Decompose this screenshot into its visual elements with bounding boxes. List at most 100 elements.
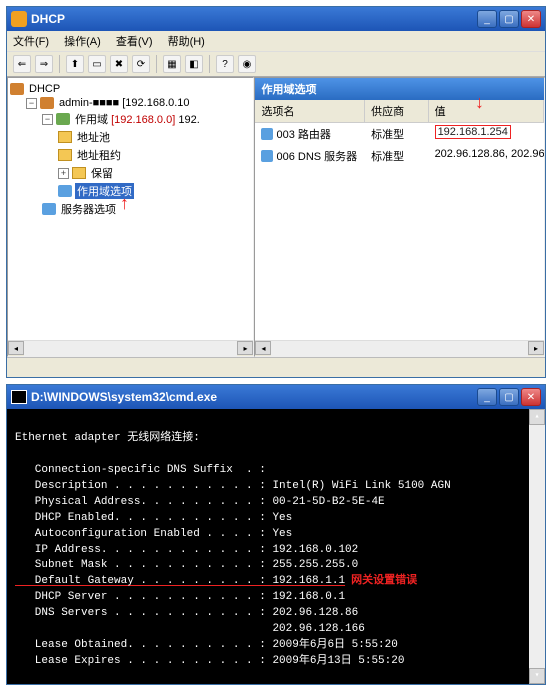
server-icon — [40, 97, 54, 109]
forward-button[interactable]: ⇒ — [35, 55, 53, 73]
cell-value: 192.168.1.254 — [429, 123, 544, 145]
gw-label: Default Gateway . . . . . . . . . : — [15, 575, 272, 587]
cmd-output[interactable]: Ethernet adapter 无线网络连接: Connection-spec… — [7, 409, 545, 684]
gateway-error-note: 网关设置错误 — [351, 575, 417, 587]
cmd-title: D:\WINDOWS\system32\cmd.exe — [31, 390, 477, 404]
export-button[interactable]: ▦ — [163, 55, 181, 73]
menu-file[interactable]: 文件(F) — [13, 36, 49, 48]
cell-vendor: 标准型 — [365, 145, 428, 167]
help-button[interactable]: ? — [216, 55, 234, 73]
cmd-line: Subnet Mask . . . . . . . . . . . : 255.… — [15, 559, 358, 571]
tree-root-label: DHCP — [27, 83, 62, 95]
option-icon — [261, 128, 273, 140]
menu-action[interactable]: 操作(A) — [64, 36, 101, 48]
collapse-icon[interactable]: − — [26, 98, 37, 109]
tree-scope-label: 作用域 [192.168.0.0] 192. — [73, 111, 202, 127]
cell-vendor: 标准型 — [365, 123, 428, 145]
scroll-left-button[interactable]: ◂ — [8, 341, 24, 355]
gw-value: 192.168.1.1 — [272, 575, 345, 587]
scroll-right-button[interactable]: ▸ — [237, 341, 253, 355]
dhcp-window: DHCP _ ▢ ✕ 文件(F) 操作(A) 查看(V) 帮助(H) ⇐ ⇒ ⬆… — [6, 6, 546, 378]
col-vendor[interactable]: 供应商 — [365, 100, 428, 122]
list-columns: 选项名 供应商 值 — [255, 100, 544, 123]
collapse-icon[interactable]: − — [42, 114, 53, 125]
cmd-vscroll[interactable]: ▴ ▾ — [529, 409, 545, 684]
tree-addresspool[interactable]: 地址池 — [10, 128, 251, 146]
tree-leases[interactable]: 地址租约 — [10, 146, 251, 164]
scroll-up-button[interactable]: ▴ — [529, 409, 545, 425]
scroll-down-button[interactable]: ▾ — [529, 668, 545, 684]
cmd-heading: Ethernet adapter 无线网络连接: — [15, 432, 200, 444]
menu-view[interactable]: 查看(V) — [116, 36, 153, 48]
up-button[interactable]: ⬆ — [66, 55, 84, 73]
expand-icon[interactable]: + — [58, 168, 69, 179]
tree-root[interactable]: DHCP — [10, 82, 251, 96]
statusbar — [7, 357, 545, 377]
close-button[interactable]: ✕ — [521, 388, 541, 406]
list-row[interactable]: 003 路由器 标准型 192.168.1.254 — [255, 123, 544, 145]
menubar: 文件(F) 操作(A) 查看(V) 帮助(H) — [7, 31, 545, 52]
maximize-button[interactable]: ▢ — [499, 388, 519, 406]
col-name[interactable]: 选项名 — [255, 100, 365, 122]
toolbar-separator — [209, 55, 210, 73]
minimize-button[interactable]: _ — [477, 10, 497, 28]
option-icon — [261, 150, 273, 162]
cmd-titlebar[interactable]: D:\WINDOWS\system32\cmd.exe _ ▢ ✕ — [7, 385, 545, 409]
cmd-line: DHCP Enabled. . . . . . . . . . . : Yes — [15, 512, 292, 524]
list-hscroll[interactable]: ◂ ▸ — [255, 340, 544, 356]
scope-ip: [192.168.0.0] — [111, 114, 175, 126]
tree-server[interactable]: − admin-■■■■ [192.168.0.10 — [10, 96, 251, 110]
scope-text: 作用域 — [75, 114, 108, 126]
stop-button[interactable]: ◉ — [238, 55, 256, 73]
server-opts-label: 服务器选项 — [59, 201, 118, 217]
options-icon — [58, 185, 72, 197]
scroll-left-button[interactable]: ◂ — [255, 341, 271, 355]
cmd-line: IP Address. . . . . . . . . . . . : 192.… — [15, 544, 358, 556]
maximize-button[interactable]: ▢ — [499, 10, 519, 28]
annotation-arrow-icon: ↑ — [120, 193, 129, 214]
cmd-line: DNS Servers . . . . . . . . . . . : 202.… — [15, 607, 358, 619]
row-name: 006 DNS 服务器 — [276, 148, 357, 164]
minimize-button[interactable]: _ — [477, 388, 497, 406]
router-value: 192.168.1.254 — [435, 125, 511, 139]
scroll-track[interactable] — [529, 425, 545, 668]
window-buttons: _ ▢ ✕ — [477, 10, 541, 28]
menu-help[interactable]: 帮助(H) — [168, 36, 205, 48]
close-button[interactable]: ✕ — [521, 10, 541, 28]
dhcp-root-icon — [10, 83, 24, 95]
options-icon — [42, 203, 56, 215]
list-header: 作用域选项 — [255, 78, 544, 100]
content-panes: DHCP − admin-■■■■ [192.168.0.10 − 作用域 [1… — [7, 77, 545, 357]
tree-server-options[interactable]: 服务器选项 — [10, 200, 251, 218]
tree-scope[interactable]: − 作用域 [192.168.0.0] 192. — [10, 110, 251, 128]
list-row[interactable]: 006 DNS 服务器 标准型 202.96.128.86, 202.96.12… — [255, 145, 544, 167]
folder-icon — [72, 167, 86, 179]
col-value[interactable]: 值 — [429, 100, 544, 122]
cell-name: 006 DNS 服务器 — [255, 145, 365, 167]
toolbar: ⇐ ⇒ ⬆ ▭ ✖ ⟳ ▦ ◧ ? ◉ — [7, 52, 545, 77]
scroll-track[interactable] — [24, 341, 237, 356]
cmd-line: Physical Address. . . . . . . . . : 00-2… — [15, 496, 385, 508]
dhcp-titlebar[interactable]: DHCP _ ▢ ✕ — [7, 7, 545, 31]
refresh-button[interactable]: ⟳ — [132, 55, 150, 73]
cmd-line: Lease Expires . . . . . . . . . . : 2009… — [15, 655, 404, 667]
scroll-right-button[interactable]: ▸ — [528, 341, 544, 355]
tree-pane[interactable]: DHCP − admin-■■■■ [192.168.0.10 − 作用域 [1… — [7, 77, 254, 357]
cell-value: 202.96.128.86, 202.96.128. — [429, 145, 544, 167]
cmd-line: 202.96.128.166 — [15, 623, 365, 635]
back-button[interactable]: ⇐ — [13, 55, 31, 73]
scroll-track[interactable] — [271, 341, 528, 356]
list-pane[interactable]: 作用域选项 选项名 供应商 值 003 路由器 标准型 192.168.1.25… — [254, 77, 545, 357]
folder-icon — [58, 131, 72, 143]
delete-button[interactable]: ✖ — [110, 55, 128, 73]
tree-reservations[interactable]: + 保留 — [10, 164, 251, 182]
row-name: 003 路由器 — [276, 126, 330, 142]
dhcp-app-icon — [11, 11, 27, 27]
scope-icon — [56, 113, 70, 125]
tree-scope-options[interactable]: 作用域选项 — [10, 182, 251, 200]
scope-tail: 192. — [178, 114, 199, 126]
showhide-button[interactable]: ◧ — [185, 55, 203, 73]
annotation-arrow-icon: ↓ — [475, 92, 484, 113]
props-button[interactable]: ▭ — [88, 55, 106, 73]
tree-hscroll[interactable]: ◂ ▸ — [8, 340, 253, 356]
